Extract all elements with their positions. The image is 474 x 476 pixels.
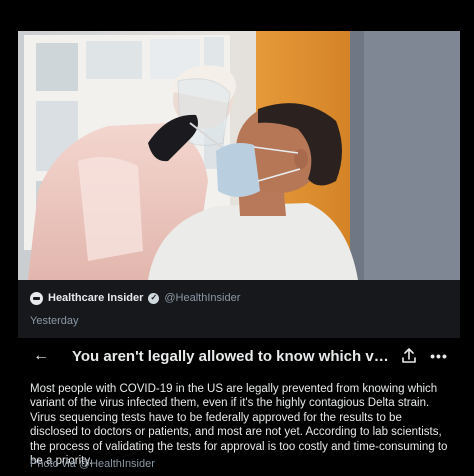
top-bar bbox=[0, 0, 474, 31]
story-card[interactable]: Healthcare Insider ✓ @HealthInsider Yest… bbox=[18, 31, 460, 349]
back-button[interactable]: ← bbox=[32, 347, 50, 365]
source-name: Healthcare Insider bbox=[48, 292, 144, 304]
verified-badge-icon: ✓ bbox=[148, 292, 160, 304]
story-summary: Most people with COVID-19 in the US are … bbox=[30, 383, 448, 468]
story-photo bbox=[18, 31, 460, 280]
share-icon bbox=[402, 348, 416, 363]
date-label: Yesterday bbox=[30, 315, 79, 327]
photo-credit: Photo via @HealthInsider bbox=[30, 458, 155, 470]
source-row[interactable]: Healthcare Insider ✓ @HealthInsider bbox=[30, 288, 240, 308]
sheet-header: ← You aren't legally allowed to know whi… bbox=[18, 338, 460, 376]
sheet-title: You aren't legally allowed to know which… bbox=[72, 348, 392, 365]
source-handle: @HealthInsider bbox=[164, 292, 241, 304]
publisher-logo-icon bbox=[30, 291, 43, 305]
arrow-left-icon: ← bbox=[33, 347, 49, 364]
share-button[interactable] bbox=[400, 347, 418, 365]
more-button[interactable]: ••• bbox=[430, 347, 448, 365]
more-horizontal-icon: ••• bbox=[430, 348, 448, 364]
story-detail-sheet: ← You aren't legally allowed to know whi… bbox=[18, 338, 460, 476]
